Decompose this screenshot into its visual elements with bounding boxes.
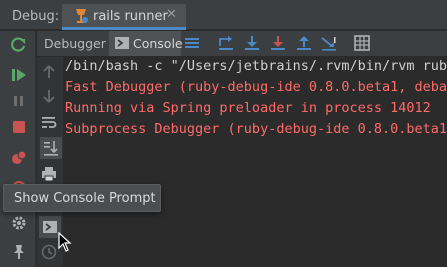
console-output[interactable]: /bin/bash -c "/Users/jetbrains/.rvm/bin/… (63, 57, 447, 267)
step-over-icon[interactable] (243, 34, 263, 54)
history-clock-icon[interactable] (40, 243, 60, 263)
view-breakpoints-icon[interactable] (10, 149, 30, 169)
rails-runner-icon (72, 7, 92, 27)
layout-menu-icon[interactable] (183, 34, 203, 54)
soft-wrap-icon[interactable] (40, 113, 60, 133)
debug-tool-window-header: Debug: rails runner ✕ (0, 4, 447, 30)
stop-icon[interactable] (10, 118, 30, 138)
settings-gear-icon[interactable] (10, 214, 30, 234)
tab-rails-runner[interactable]: rails runner ✕ (62, 4, 186, 30)
resume-icon[interactable] (10, 66, 30, 86)
console-line-command: /bin/bash -c "/Users/jetbrains/.rvm/bin/… (65, 58, 447, 74)
debug-label: Debug: (12, 9, 60, 24)
evaluate-expression-icon[interactable] (353, 34, 373, 54)
console-line-error: Fast Debugger (ruby-debug-ide 0.8.0.beta… (65, 79, 447, 95)
close-tab-button[interactable]: ✕ (166, 7, 177, 22)
tab-debugger[interactable]: Debugger (44, 36, 106, 51)
tab-console-label: Console (133, 36, 183, 51)
tab-rails-runner-label: rails runner (93, 9, 168, 24)
pause-icon[interactable] (10, 92, 30, 112)
debugger-subtoolbar: Debugger Console (37, 31, 447, 57)
run-to-cursor-icon[interactable] (320, 34, 340, 54)
debug-left-toolbar (0, 31, 36, 267)
active-tab-underline (62, 27, 186, 30)
mouse-cursor-icon (58, 232, 72, 252)
scroll-up-arrow-icon[interactable] (40, 63, 60, 83)
step-out-icon[interactable] (295, 34, 315, 54)
tooltip: Show Console Prompt (3, 184, 161, 212)
scroll-down-arrow-icon[interactable] (40, 87, 60, 107)
pin-tab-icon[interactable] (10, 243, 30, 263)
step-into-icon[interactable] (269, 34, 289, 54)
tab-console[interactable]: Console (109, 31, 183, 56)
tooltip-text: Show Console Prompt (14, 191, 156, 206)
console-icon (114, 35, 134, 55)
show-execution-point-icon[interactable] (217, 34, 237, 54)
scroll-to-end-icon[interactable] (40, 137, 62, 159)
print-icon[interactable] (40, 165, 60, 185)
console-line-error: Running via Spring preloader in process … (65, 100, 431, 116)
rerun-icon[interactable] (10, 36, 30, 56)
console-line-error: Subprocess Debugger (ruby-debug-ide 0.8.… (65, 121, 447, 137)
